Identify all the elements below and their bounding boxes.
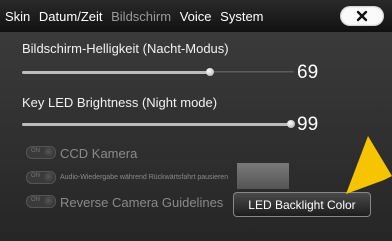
- brightness-night-value: 69: [297, 62, 319, 83]
- close-button[interactable]: [340, 6, 384, 26]
- toggle-on-text: ON: [31, 173, 40, 179]
- led-color-swatch: [237, 163, 289, 189]
- toggle-knob: [44, 196, 55, 207]
- toggle-on-text: ON: [31, 197, 40, 203]
- pause-audio-reverse-label: Audio-Wiedergabe während Rückwärtsfahrt …: [60, 174, 229, 181]
- key-led-night-slider-fill: [22, 123, 292, 126]
- reverse-guidelines-toggle[interactable]: ON: [26, 195, 56, 208]
- tab-bildschirm[interactable]: Bildschirm: [111, 9, 171, 24]
- key-led-night-label: Key LED Brightness (Night mode): [22, 95, 218, 110]
- toggle-knob: [44, 147, 55, 158]
- brightness-night-slider[interactable]: [22, 71, 294, 74]
- brightness-night-label: Bildschirm-Helligkeit (Nacht-Modus): [22, 41, 229, 56]
- key-led-night-value: 99: [297, 114, 319, 135]
- tab-skin[interactable]: Skin: [5, 9, 30, 24]
- key-led-night-slider[interactable]: [22, 123, 294, 126]
- toggle-knob: [44, 172, 55, 183]
- tab-voice[interactable]: Voice: [180, 9, 212, 24]
- brightness-night-slider-fill: [22, 71, 210, 74]
- tab-datum-zeit[interactable]: Datum/Zeit: [39, 9, 103, 24]
- reverse-guidelines-label: Reverse Camera Guidelines: [60, 195, 224, 210]
- pause-audio-reverse-toggle[interactable]: ON: [26, 171, 56, 184]
- top-tab-bar: Skin Datum/Zeit Bildschirm Voice System: [0, 0, 392, 32]
- pointer-arrow-icon: [346, 136, 392, 194]
- brightness-night-slider-knob[interactable]: [205, 68, 214, 76]
- tab-list: Skin Datum/Zeit Bildschirm Voice System: [5, 9, 269, 24]
- toggle-on-text: ON: [31, 148, 40, 154]
- ccd-camera-label: CCD Kamera: [60, 146, 138, 161]
- ccd-camera-toggle[interactable]: ON: [26, 146, 56, 159]
- close-x-icon: [356, 10, 368, 22]
- tab-system[interactable]: System: [220, 9, 263, 24]
